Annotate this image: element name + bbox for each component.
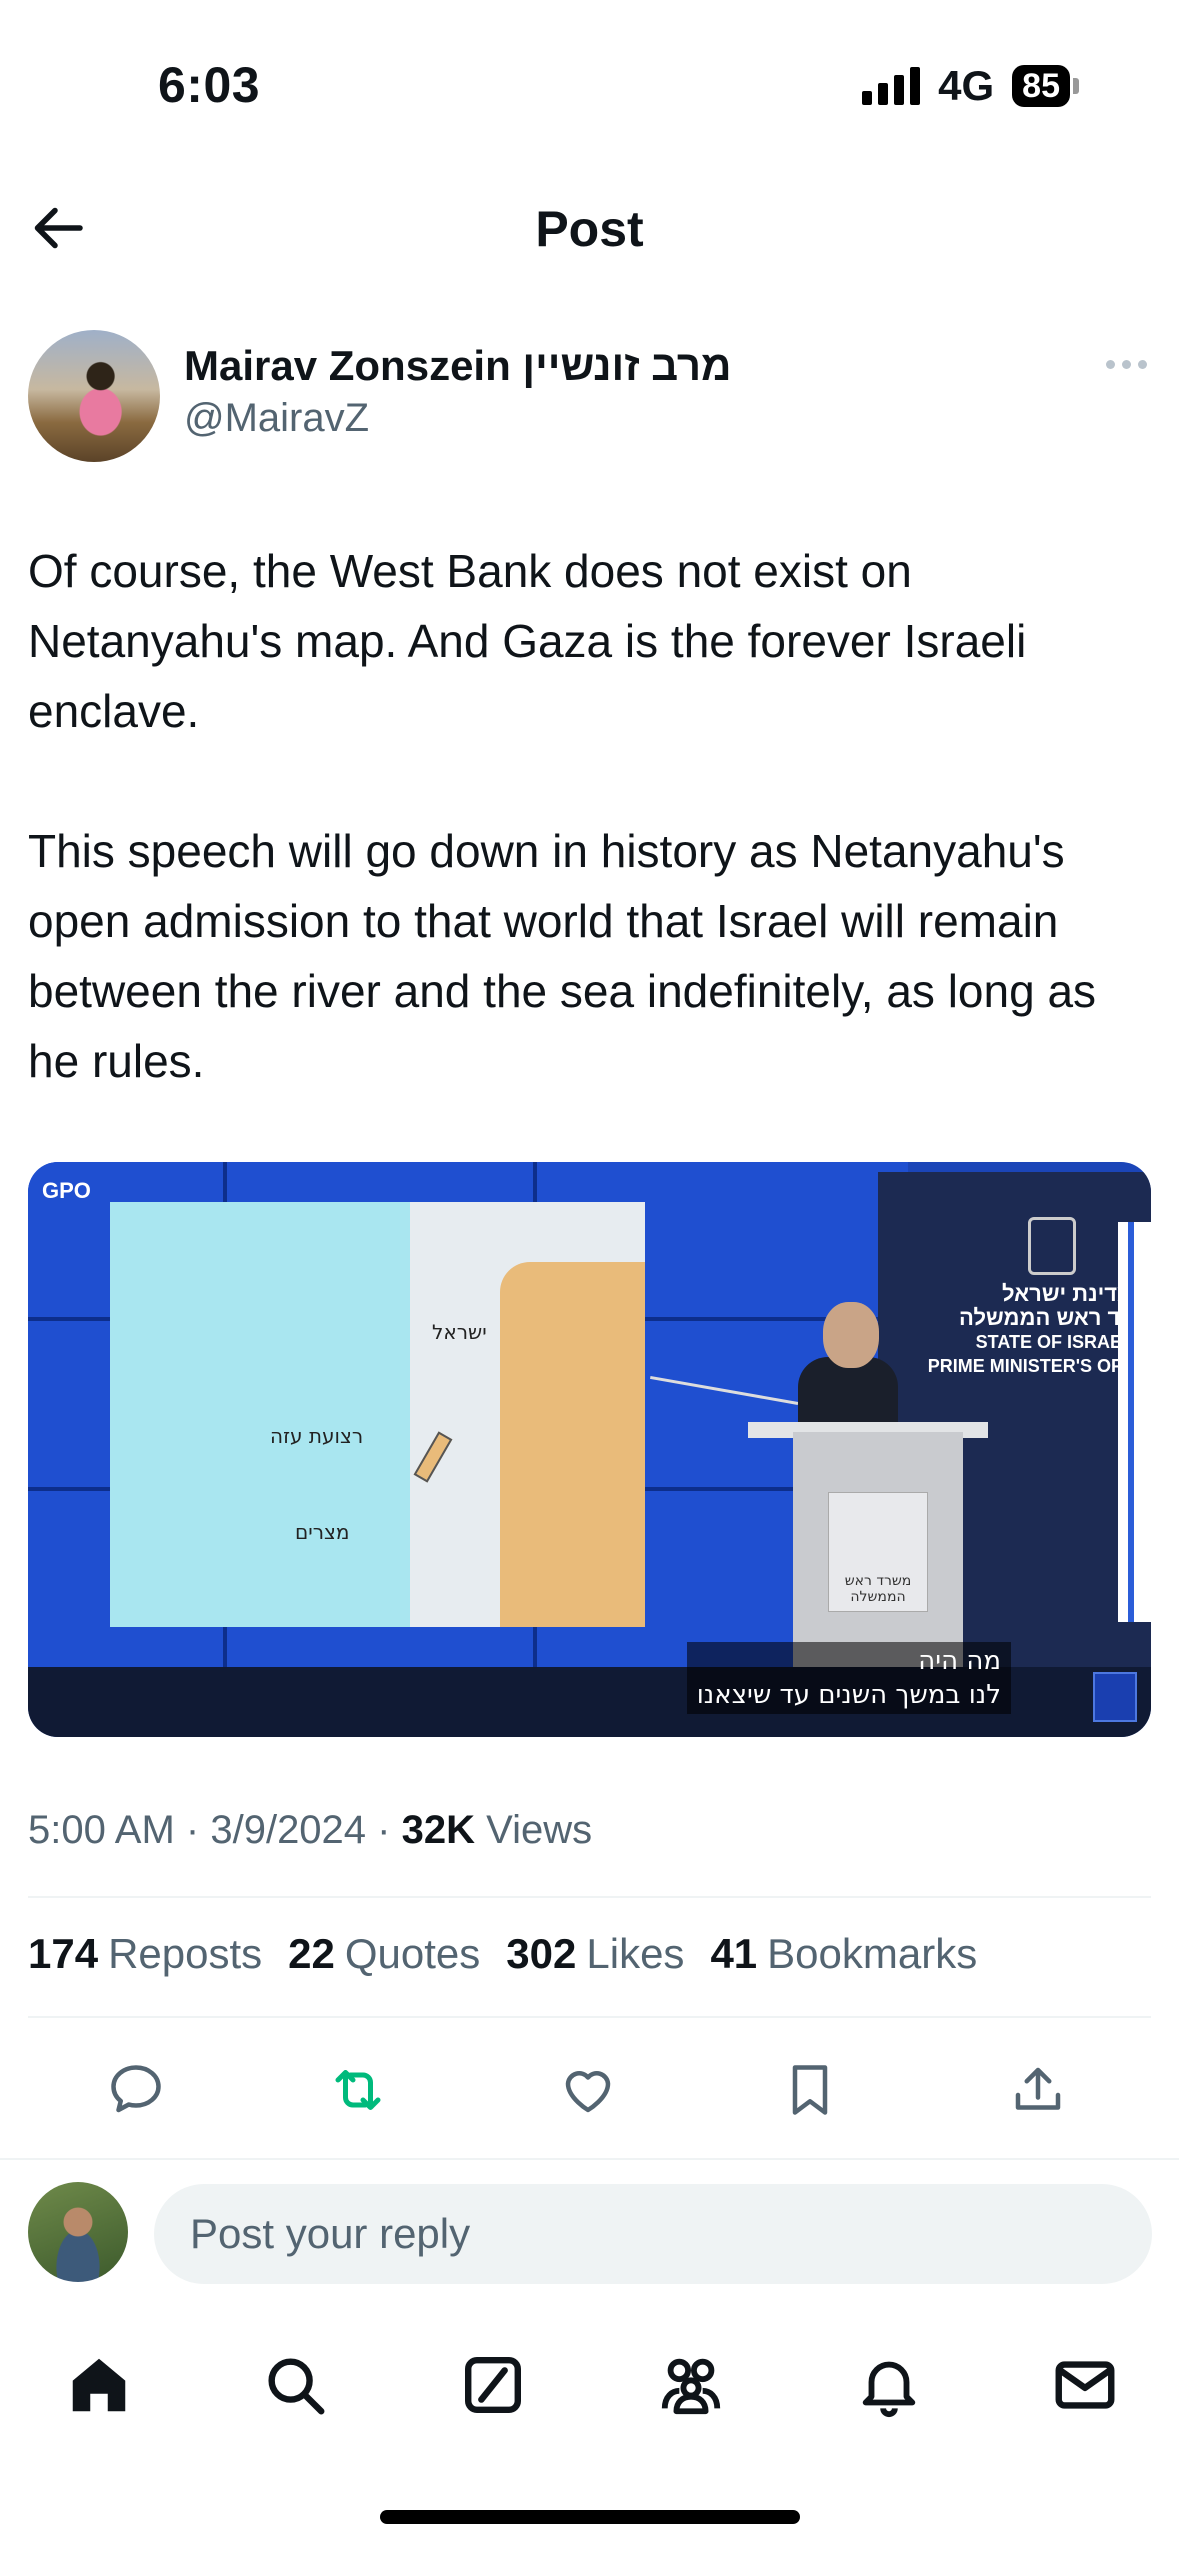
map-label-egypt: מצרים: [295, 1520, 350, 1544]
nav-search[interactable]: [260, 2350, 330, 2420]
stat-likes[interactable]: 302 Likes: [506, 1930, 684, 1978]
repost-icon: [335, 2070, 381, 2110]
divider: [28, 1896, 1151, 1898]
reply-input[interactable]: [154, 2184, 1152, 2284]
podium-sign-text: משרד ראש הממשלה: [844, 1573, 912, 1605]
subtitle-line: מה היה: [918, 1646, 1001, 1676]
video-subtitle: מה היה לנו במשך השנים עד שיצאנו: [686, 1642, 1011, 1714]
status-time: 6:03: [158, 57, 261, 113]
post-actions: [28, 2040, 1151, 2130]
bottom-navigation: [0, 2330, 1179, 2430]
stat-count: 174: [28, 1930, 99, 1977]
stat-label: Likes: [586, 1930, 685, 1977]
post-author: Mairav Zonszein מרב זונשיין @MairavZ: [28, 330, 1153, 470]
battery-icon: 85: [1012, 65, 1079, 107]
battery-level: 85: [1012, 65, 1070, 107]
like-icon: [565, 2071, 611, 2113]
nav-messages[interactable]: [1050, 2350, 1120, 2420]
user-avatar[interactable]: [28, 2182, 128, 2282]
nav-notifications[interactable]: [854, 2350, 924, 2420]
post-meta: 5:00 AM · 3/9/2024 · 32K Views: [28, 1808, 592, 1853]
map-label-israel: ישראל: [432, 1320, 487, 1344]
post-text: Of course, the West Bank does not exist …: [28, 536, 1153, 1166]
search-icon: [268, 2358, 325, 2415]
reply-icon: [111, 2065, 161, 2113]
stat-label: Reposts: [108, 1930, 263, 1977]
communities-icon: [661, 2358, 721, 2415]
post-time: 5:00 AM: [28, 1808, 175, 1852]
post-date: 3/9/2024: [210, 1808, 367, 1852]
separator: ·: [185, 1808, 200, 1852]
grok-icon: [465, 2357, 521, 2413]
separator: ·: [377, 1808, 391, 1852]
backdrop-line: מדינת ישראל: [1002, 1281, 1133, 1306]
gpo-logo: GPO: [42, 1178, 91, 1203]
post-paragraph: Of course, the West Bank does not exist …: [28, 545, 1027, 737]
like-button[interactable]: [558, 2060, 618, 2120]
reply-bar: [0, 2158, 1179, 2284]
page-title: Post: [535, 201, 644, 257]
stat-label: Bookmarks: [767, 1930, 978, 1977]
stat-quotes[interactable]: 22 Quotes: [288, 1930, 480, 1978]
map-label-gaza: רצועת עזה: [270, 1424, 364, 1448]
menorah-emblem-icon: [1028, 1217, 1076, 1275]
notifications-icon: [862, 2361, 916, 2418]
nav-grok[interactable]: [458, 2350, 528, 2420]
post-stats: 174 Reposts 22 Quotes 302 Likes 41 Bookmarks: [28, 1930, 977, 1978]
views-label[interactable]: Views: [486, 1808, 592, 1852]
backdrop-line: PRIME MINISTER'S OFF: [927, 1356, 1133, 1376]
backdrop-text: מדינת ישראל רד ראש הממשלה STATE OF ISRAE…: [908, 1282, 1133, 1378]
channel-logo-icon: [1093, 1672, 1137, 1722]
israel-flag: [1118, 1222, 1151, 1622]
bookmark-button[interactable]: [780, 2060, 840, 2120]
author-name[interactable]: Mairav Zonszein מרב זונשיין: [184, 342, 732, 390]
stat-count: 41: [710, 1930, 758, 1977]
divider: [28, 2016, 1151, 2018]
flag-stripe: [1128, 1222, 1134, 1622]
author-avatar[interactable]: [28, 330, 160, 462]
messages-icon: [1055, 2361, 1115, 2409]
views-count: 32K: [401, 1808, 476, 1852]
post-header: Post: [0, 170, 1179, 280]
status-bar: 6:03 4G 85: [0, 0, 1179, 170]
home-icon: [72, 2358, 126, 2412]
status-indicators: 4G 85: [862, 62, 1079, 110]
home-indicator[interactable]: [380, 2510, 800, 2524]
nav-communities[interactable]: [656, 2350, 726, 2420]
stat-count: 302: [506, 1930, 577, 1977]
subtitle-line: לנו במשך השנים עד שיצאנו: [696, 1680, 1001, 1710]
reply-button[interactable]: [106, 2060, 166, 2120]
map-image: ישראל רצועת עזה מצרים: [110, 1202, 645, 1627]
network-type: 4G: [938, 62, 995, 109]
backdrop-line: STATE OF ISRAEL: [975, 1332, 1133, 1352]
stat-bookmarks[interactable]: 41 Bookmarks: [710, 1930, 977, 1978]
author-handle[interactable]: @MairavZ: [184, 396, 369, 441]
bookmark-icon: [792, 2065, 828, 2115]
share-icon: [1015, 2067, 1061, 2110]
post-media-image[interactable]: ישראל רצועת עזה מצרים GPO מדינת ישראל רד…: [28, 1162, 1151, 1737]
post-paragraph: This speech will go down in history as N…: [28, 825, 1097, 1087]
signal-icon: [862, 67, 921, 105]
podium-sign: משרד ראש הממשלה: [828, 1492, 928, 1612]
share-button[interactable]: [1008, 2060, 1068, 2120]
repost-button[interactable]: [328, 2060, 388, 2120]
stat-reposts[interactable]: 174 Reposts: [28, 1930, 262, 1978]
video-screen: ישראל רצועת עזה מצרים GPO: [28, 1162, 908, 1672]
nav-home[interactable]: [64, 2350, 134, 2420]
stat-label: Quotes: [344, 1930, 481, 1977]
more-options-icon[interactable]: [1106, 360, 1147, 369]
backdrop-line: רד ראש הממשלה: [959, 1305, 1133, 1330]
stat-count: 22: [288, 1930, 335, 1977]
